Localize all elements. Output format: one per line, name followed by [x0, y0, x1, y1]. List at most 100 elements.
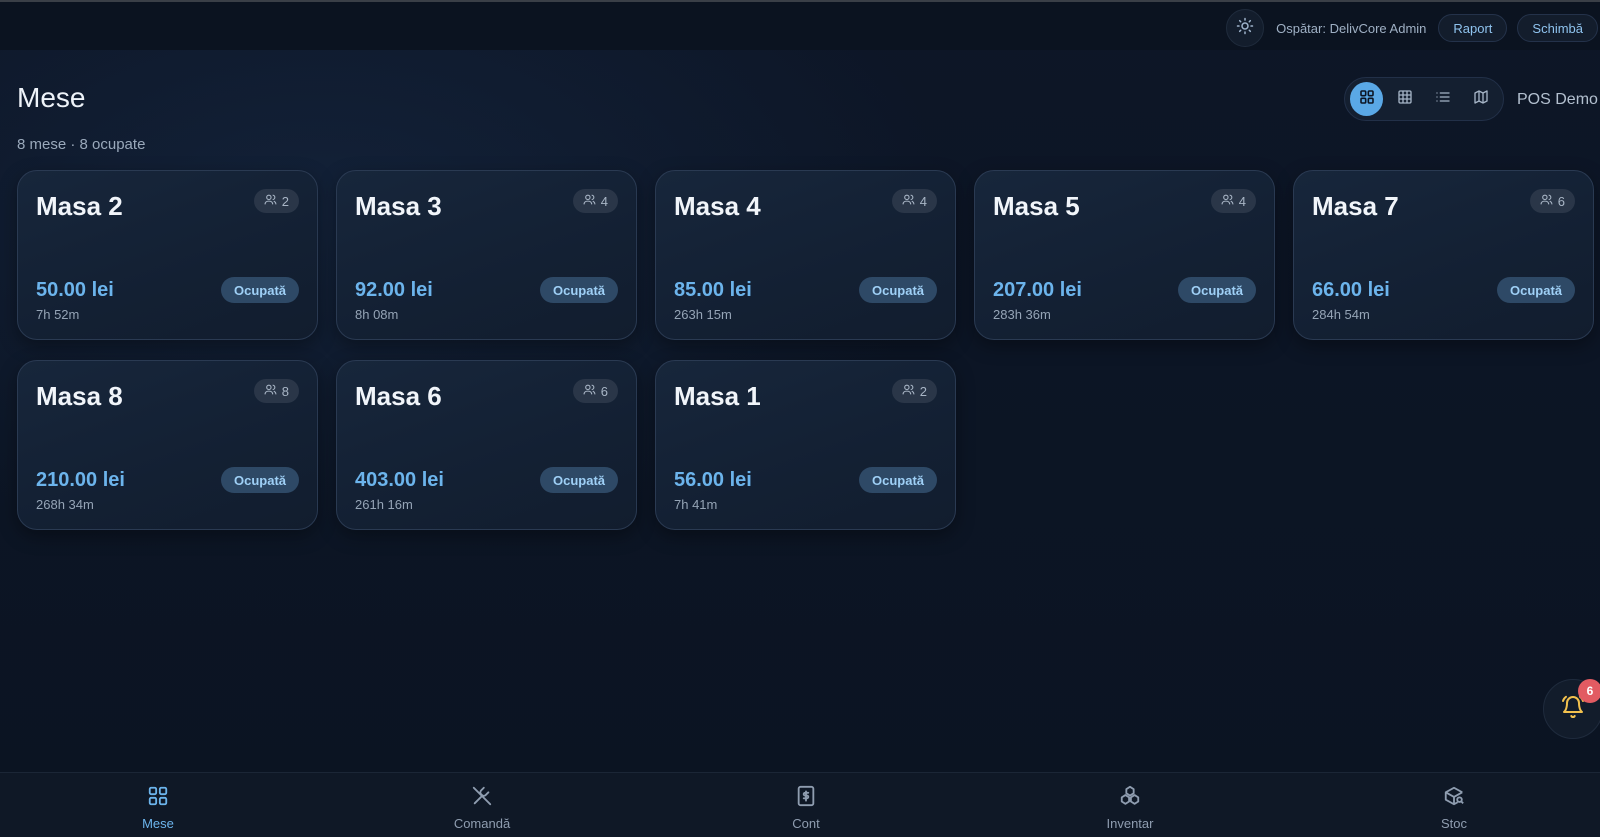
users-icon: [1540, 193, 1553, 209]
inventory-icon: [1119, 785, 1141, 812]
page-subtitle: 8 mese · 8 ocupate: [17, 136, 146, 153]
view-switcher: [1344, 77, 1504, 121]
table-name: Masa 5: [993, 191, 1080, 221]
pos-app: Ospătar: DelivCore Admin Raport Schimbă …: [0, 0, 1600, 837]
table-duration: 261h 16m: [355, 497, 413, 512]
table-amount: 66.00 lei: [1312, 279, 1390, 301]
list-view-icon: [1435, 89, 1451, 110]
status-badge: Ocupată: [1496, 277, 1575, 303]
bill-icon: [795, 785, 817, 812]
seats-badge: 6: [572, 379, 618, 403]
seats-badge: 8: [253, 379, 299, 403]
status-badge: Ocupată: [858, 277, 937, 303]
table-duration: 284h 54m: [1312, 307, 1370, 322]
users-icon: [264, 193, 277, 209]
waiter-label: Ospătar: DelivCore Admin: [1276, 20, 1427, 36]
table-duration: 7h 41m: [674, 497, 718, 512]
users-icon: [583, 383, 596, 399]
table-view-button[interactable]: [1388, 82, 1421, 116]
nav-label: Comandă: [453, 816, 511, 831]
seats-count: 2: [281, 193, 289, 209]
table-name: Masa 3: [355, 191, 442, 221]
status-badge: Ocupată: [539, 277, 618, 303]
page-title: Mese: [17, 82, 86, 113]
seats-badge: 4: [572, 189, 618, 213]
table-duration: 7h 52m: [36, 307, 80, 322]
nav-label: Mese: [142, 816, 174, 831]
users-icon: [264, 383, 277, 399]
table-card[interactable]: Masa 5 4 207.00 lei 283h 36m Ocupată: [974, 170, 1275, 340]
status-badge: Ocupată: [539, 467, 618, 493]
seats-count: 6: [1557, 193, 1565, 209]
nav-label: Cont: [792, 816, 820, 831]
list-view-button[interactable]: [1427, 82, 1460, 116]
seats-count: 2: [919, 383, 927, 399]
seats-count: 4: [919, 193, 927, 209]
table-name: Masa 1: [674, 381, 761, 411]
nav-label: Inventar: [1106, 816, 1154, 831]
table-duration: 268h 34m: [36, 497, 94, 512]
seats-count: 4: [1238, 193, 1246, 209]
table-card[interactable]: Masa 8 8 210.00 lei 268h 34m Ocupată: [17, 360, 318, 530]
status-badge: Ocupată: [1177, 277, 1256, 303]
table-duration: 283h 36m: [993, 307, 1051, 322]
table-amount: 85.00 lei: [674, 279, 752, 301]
table-amount: 210.00 lei: [36, 469, 125, 491]
table-name: Masa 2: [36, 191, 123, 221]
seats-count: 6: [600, 383, 608, 399]
seats-count: 4: [600, 193, 608, 209]
table-card[interactable]: Masa 4 4 85.00 lei 263h 15m Ocupată: [655, 170, 956, 340]
table-amount: 207.00 lei: [993, 279, 1082, 301]
status-badge: Ocupată: [220, 277, 299, 303]
nav-item-stoc[interactable]: Stoc: [1394, 785, 1514, 831]
map-view-button[interactable]: [1465, 82, 1498, 116]
table-name: Masa 4: [674, 191, 761, 221]
table-amount: 92.00 lei: [355, 279, 433, 301]
table-card[interactable]: Masa 3 4 92.00 lei 8h 08m Ocupată: [336, 170, 637, 340]
nav-item-mese[interactable]: Mese: [98, 785, 218, 831]
pos-name-label: POS Demo: [1517, 91, 1598, 108]
table-card[interactable]: Masa 6 6 403.00 lei 261h 16m Ocupată: [336, 360, 637, 530]
tables-icon: [147, 785, 169, 812]
nav-item-inventar[interactable]: Inventar: [1070, 785, 1190, 831]
table-card[interactable]: Masa 1 2 56.00 lei 7h 41m Ocupată: [655, 360, 956, 530]
status-badge: Ocupată: [858, 467, 937, 493]
utensils-icon: [471, 785, 493, 812]
nav-item-cont[interactable]: Cont: [746, 785, 866, 831]
table-view-icon: [1397, 89, 1413, 110]
table-name: Masa 7: [1312, 191, 1399, 221]
top-bar: Ospătar: DelivCore Admin Raport Schimbă: [0, 2, 1600, 50]
report-button[interactable]: Raport: [1438, 14, 1508, 42]
users-icon: [583, 193, 596, 209]
table-duration: 8h 08m: [355, 307, 399, 322]
switch-waiter-button[interactable]: Schimbă: [1517, 14, 1598, 42]
table-amount: 50.00 lei: [36, 279, 114, 301]
table-amount: 56.00 lei: [674, 469, 752, 491]
table-card[interactable]: Masa 2 2 50.00 lei 7h 52m Ocupată: [17, 170, 318, 340]
nav-label: Stoc: [1440, 816, 1467, 831]
sun-icon: [1236, 17, 1254, 40]
table-card[interactable]: Masa 7 6 66.00 lei 284h 54m Ocupată: [1293, 170, 1594, 340]
seats-badge: 2: [253, 189, 299, 213]
table-name: Masa 8: [36, 381, 123, 411]
theme-toggle-button[interactable]: [1226, 9, 1265, 47]
table-name: Masa 6: [355, 381, 442, 411]
users-icon: [902, 383, 915, 399]
nav-item-comanda[interactable]: Comandă: [422, 785, 542, 831]
map-view-icon: [1473, 89, 1489, 110]
seats-badge: 2: [891, 379, 937, 403]
seats-badge: 6: [1529, 189, 1575, 213]
status-badge: Ocupată: [220, 467, 299, 493]
seats-badge: 4: [1210, 189, 1256, 213]
bottom-nav: Mese Comandă Cont Inventar Stoc: [0, 772, 1600, 837]
users-icon: [902, 193, 915, 209]
table-duration: 263h 15m: [674, 307, 732, 322]
top-bar-actions: Ospătar: DelivCore Admin Raport Schimbă: [1226, 9, 1598, 47]
grid-view-button[interactable]: [1350, 82, 1384, 116]
stock-icon: [1443, 785, 1465, 812]
seats-badge: 4: [891, 189, 937, 213]
notification-count-badge: 6: [1578, 679, 1600, 703]
seats-count: 8: [281, 383, 289, 399]
table-amount: 403.00 lei: [355, 469, 444, 491]
grid-view-icon: [1359, 89, 1375, 110]
